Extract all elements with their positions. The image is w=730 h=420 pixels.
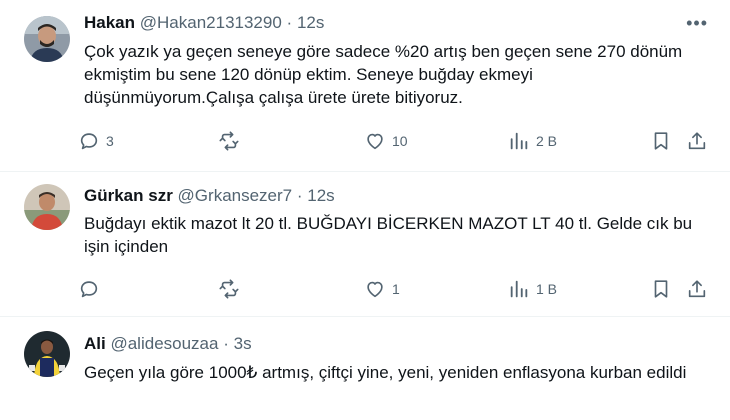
display-name[interactable]: Hakan — [84, 13, 135, 32]
tweet-header: Ali @alidesouzaa · 3s — [84, 333, 252, 355]
separator-dot: · — [296, 186, 303, 205]
views-icon — [510, 132, 528, 150]
display-name[interactable]: Gürkan szr — [84, 186, 173, 205]
tweet-1[interactable]: Hakan @Hakan21313290 · 12s ••• Çok yazık… — [0, 0, 730, 172]
view-count: 2 B — [536, 133, 558, 149]
timestamp[interactable]: 12s — [297, 13, 324, 32]
tweet-actions: 3 10 2 B — [78, 128, 710, 154]
retweet-button[interactable] — [218, 128, 246, 154]
separator-dot: · — [286, 13, 293, 32]
like-count: 1 — [392, 281, 400, 297]
bookmark-button[interactable] — [650, 128, 672, 154]
share-icon — [688, 280, 706, 298]
tweet-header: Gürkan szr @Grkansezer7 · 12s — [84, 185, 335, 207]
heart-icon — [367, 133, 383, 150]
reply-count: 3 — [106, 133, 114, 149]
user-handle[interactable]: @Grkansezer7 — [178, 186, 293, 205]
avatar[interactable] — [24, 16, 70, 62]
avatar[interactable] — [24, 331, 70, 377]
user-handle[interactable]: @Hakan21313290 — [140, 13, 282, 32]
heart-icon — [367, 281, 383, 298]
timestamp[interactable]: 12s — [307, 186, 334, 205]
views-button[interactable]: 1 B — [508, 276, 557, 302]
tweet-3[interactable]: Ali @alidesouzaa · 3s Geçen yıla göre 10… — [0, 317, 730, 420]
like-count: 10 — [392, 133, 408, 149]
bookmark-icon — [654, 132, 668, 150]
tweet-text: Çok yazık ya geçen seneye göre sadece %2… — [84, 42, 683, 107]
display-name[interactable]: Ali — [84, 334, 106, 353]
retweet-icon — [219, 279, 239, 299]
avatar[interactable] — [24, 184, 70, 230]
reply-icon — [80, 281, 98, 298]
retweet-icon — [219, 131, 239, 151]
view-count: 1 B — [536, 281, 558, 297]
tweet-text: Geçen yıla göre 1000₺ artmış, çiftçi yin… — [84, 363, 687, 382]
tweet-header: Hakan @Hakan21313290 · 12s — [84, 12, 324, 34]
share-icon — [688, 132, 706, 150]
separator-dot: · — [223, 334, 229, 353]
reply-button[interactable]: 3 — [78, 128, 114, 154]
views-button[interactable]: 2 B — [508, 128, 557, 154]
like-button[interactable]: 1 — [364, 276, 400, 302]
bookmark-icon — [654, 280, 668, 298]
tweet-text: Buğdayı ektik mazot lt 20 tl. BUĞDAYI Bİ… — [84, 214, 693, 256]
views-icon — [510, 280, 528, 298]
user-handle[interactable]: @alidesouzaa — [110, 334, 218, 353]
reply-button[interactable] — [78, 276, 106, 302]
like-button[interactable]: 10 — [364, 128, 408, 154]
timestamp[interactable]: 3s — [234, 334, 252, 353]
tweet-2[interactable]: Gürkan szr @Grkansezer7 · 12s Buğdayı ek… — [0, 172, 730, 316]
share-button[interactable] — [686, 128, 708, 154]
retweet-button[interactable] — [218, 276, 246, 302]
more-icon[interactable]: ••• — [686, 14, 708, 32]
reply-icon — [80, 133, 98, 150]
bookmark-button[interactable] — [650, 276, 672, 302]
share-button[interactable] — [686, 276, 708, 302]
tweet-actions: 1 1 B — [78, 276, 710, 302]
